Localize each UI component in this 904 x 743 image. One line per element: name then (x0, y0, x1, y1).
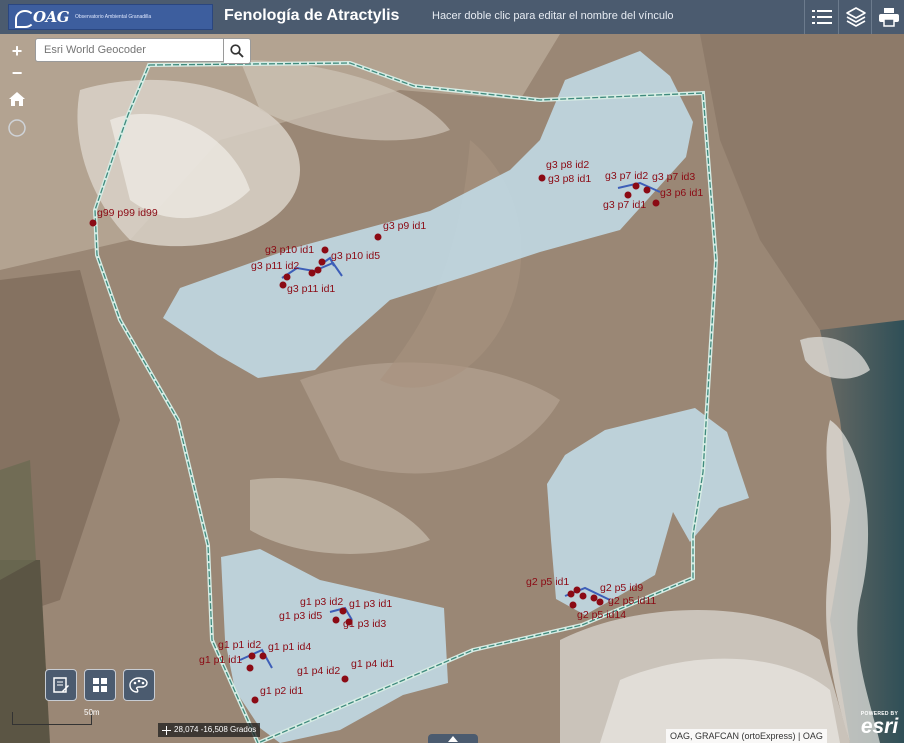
point[interactable] (259, 652, 267, 660)
point[interactable] (283, 273, 291, 281)
print-icon (878, 8, 899, 27)
app-title: Fenología de Atractylis (224, 7, 400, 24)
oag-logo-icon (15, 10, 35, 28)
point-label: g3 p11 id1 (287, 283, 335, 295)
point[interactable] (596, 598, 604, 606)
point-label: g1 p4 id1 (351, 658, 394, 670)
point-label: g1 p2 id1 (260, 685, 303, 697)
point[interactable] (632, 182, 640, 190)
point-label: g1 p1 id4 (268, 641, 311, 653)
map-view[interactable]: g99 p99 id99 g3 p8 id2 g3 p8 id1 g3 p7 i… (0, 34, 904, 743)
point-label: g2 p5 id14 (577, 609, 626, 621)
style-button[interactable] (123, 669, 155, 701)
basemap-gallery-button[interactable] (84, 669, 116, 701)
point[interactable] (652, 199, 660, 207)
point[interactable] (624, 191, 632, 199)
oag-logo[interactable]: OAG Observatorio Ambiental Granadilla (8, 4, 213, 30)
point[interactable] (643, 186, 651, 194)
point[interactable] (567, 590, 575, 598)
logo-text: OAG (33, 8, 70, 26)
search-widget (35, 38, 253, 64)
point[interactable] (89, 219, 97, 227)
esri-wordmark: esri (860, 715, 899, 738)
coordinates-text: 28,074 -16,508 Grados (174, 725, 257, 734)
point[interactable] (332, 616, 340, 624)
point-label: g3 p10 id1 (265, 244, 314, 256)
scale-bar (12, 712, 92, 725)
point-label: g1 p1 id1 (199, 654, 242, 666)
point-label: g3 p6 id1 (660, 187, 703, 199)
legend-button[interactable] (804, 0, 839, 34)
point[interactable] (251, 696, 259, 704)
point-label: g3 p7 id1 (603, 199, 646, 211)
point-label: g1 p1 id2 (218, 639, 261, 651)
search-button[interactable] (224, 38, 251, 64)
legend-icon (812, 10, 832, 24)
edit-icon (53, 677, 69, 693)
point-label: g3 p8 id2 (546, 159, 589, 171)
point[interactable] (590, 594, 598, 602)
locate-button[interactable] (6, 118, 28, 140)
crosshair-icon[interactable] (162, 725, 171, 735)
home-button[interactable] (6, 90, 28, 112)
point[interactable] (569, 601, 577, 609)
logo-subtext: Observatorio Ambiental Granadilla (75, 14, 152, 20)
point[interactable] (314, 266, 322, 274)
layers-icon (846, 7, 866, 27)
palette-icon (129, 677, 148, 693)
home-icon (9, 92, 25, 106)
point-label: g3 p7 id2 (605, 170, 648, 182)
app-header: OAG Observatorio Ambiental Granadilla Fe… (0, 0, 904, 34)
point-label: g2 p5 id1 (526, 576, 569, 588)
point-label: g1 p3 id1 (349, 598, 392, 610)
layers-button[interactable] (838, 0, 873, 34)
point[interactable] (318, 258, 326, 266)
point[interactable] (308, 269, 316, 277)
map-attribution[interactable]: OAG, GRAFCAN (ortoExpress) | OAG (666, 729, 827, 743)
point[interactable] (321, 246, 329, 254)
link-subtitle[interactable]: Hacer doble clic para editar el nombre d… (432, 10, 674, 22)
basemap-gallery-icon (93, 678, 107, 692)
search-icon (230, 44, 244, 58)
point[interactable] (341, 675, 349, 683)
esri-logo[interactable]: POWERED BY esri (855, 711, 904, 743)
map-navigation: + − (6, 40, 28, 140)
point[interactable] (279, 281, 287, 289)
point[interactable] (339, 607, 347, 615)
search-input[interactable] (35, 38, 224, 62)
point[interactable] (538, 174, 546, 182)
map-canvas[interactable]: g99 p99 id99 g3 p8 id2 g3 p8 id1 g3 p7 i… (0, 34, 904, 743)
point-label: g1 p3 id3 (343, 618, 386, 630)
satellite-basemap (0, 34, 904, 743)
attribute-table-toggle[interactable] (428, 734, 478, 743)
point[interactable] (573, 586, 581, 594)
point-label: g1 p3 id5 (279, 610, 322, 622)
locate-icon (8, 119, 26, 137)
point[interactable] (248, 652, 256, 660)
point-label: g3 p8 id1 (548, 173, 591, 185)
point-label: g3 p10 id5 (331, 250, 380, 262)
zoom-in-button[interactable]: + (6, 40, 28, 62)
point-label: g3 p9 id1 (383, 220, 426, 232)
point-label: g3 p11 id2 (251, 260, 299, 272)
point-label: g3 p7 id3 (652, 171, 695, 183)
point-label: g1 p3 id2 (300, 596, 343, 608)
zoom-out-button[interactable]: − (6, 62, 28, 84)
point-label: g99 p99 id99 (97, 207, 158, 219)
point-label: g2 p5 id11 (608, 595, 656, 607)
print-button[interactable] (871, 0, 904, 34)
point[interactable] (579, 592, 587, 600)
point-label: g2 p5 id9 (600, 582, 643, 594)
scale-label: 50m (84, 708, 100, 717)
point-label: g1 p4 id2 (297, 665, 340, 677)
point[interactable] (246, 664, 254, 672)
edit-button[interactable] (45, 669, 77, 701)
chevron-up-icon (448, 735, 458, 742)
coordinate-display: 28,074 -16,508 Grados (158, 723, 261, 737)
point[interactable] (374, 233, 382, 241)
